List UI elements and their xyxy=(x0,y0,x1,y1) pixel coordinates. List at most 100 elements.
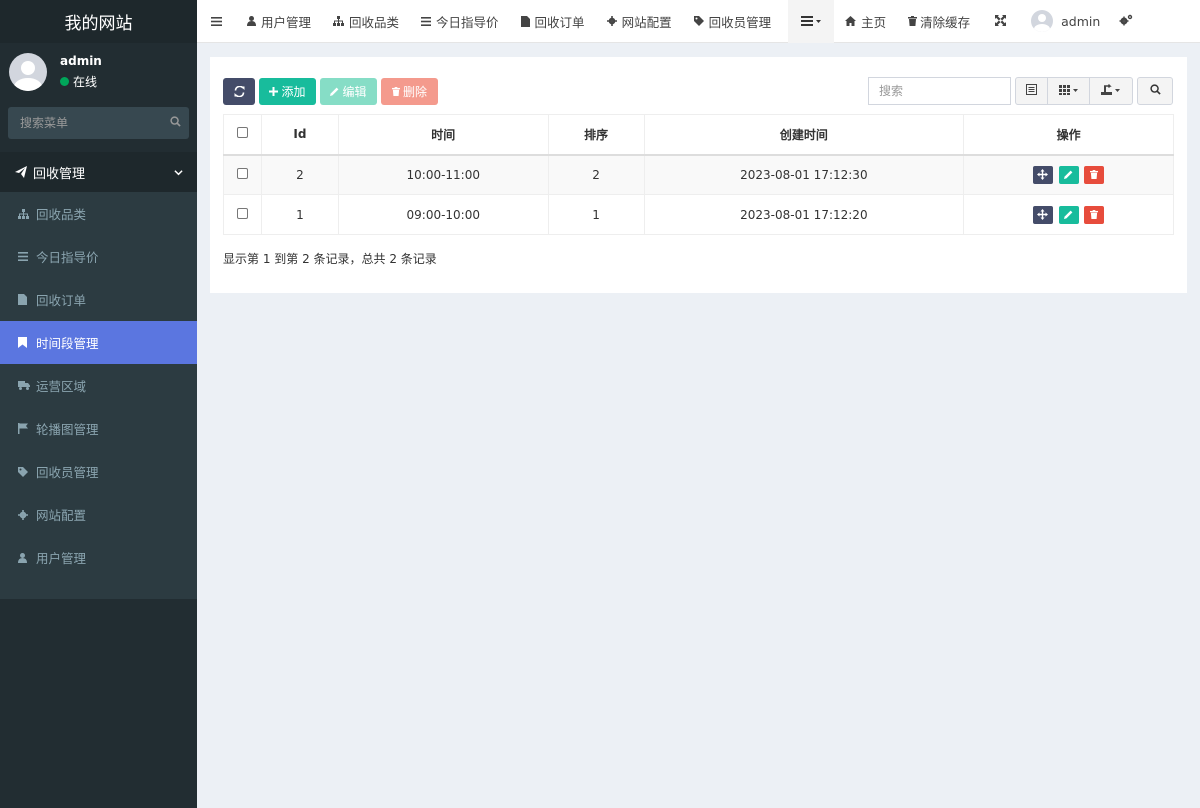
tab-category[interactable]: 回收品类 xyxy=(322,0,410,43)
cell-sort: 1 xyxy=(547,194,645,235)
refresh-icon xyxy=(234,86,245,97)
sitemap-icon xyxy=(333,16,345,26)
gear-icon xyxy=(606,16,617,26)
refresh-button[interactable] xyxy=(223,78,255,105)
delete-button[interactable]: 删除 xyxy=(381,78,438,105)
column-header-created[interactable]: 创建时间 xyxy=(643,114,965,156)
sidebar-item-label: 运营区域 xyxy=(36,379,87,394)
home-link[interactable]: 主页 xyxy=(834,0,897,43)
sidebar-item-label: 今日指导价 xyxy=(36,250,99,265)
sidebar-item-site-config[interactable]: 网站配置 xyxy=(0,493,197,536)
clear-cache-button[interactable]: 清除缓存 xyxy=(897,0,981,43)
avatar xyxy=(1031,10,1054,32)
table-view-icon xyxy=(1026,83,1037,99)
sidebar-item-guide-price[interactable]: 今日指导价 xyxy=(0,235,197,278)
tab-label: 今日指导价 xyxy=(436,14,499,30)
add-button-label: 添加 xyxy=(281,85,306,99)
row-checkbox[interactable] xyxy=(236,207,248,219)
table-view-buttons xyxy=(1015,77,1133,105)
table-row[interactable]: 2 10:00-11:00 2 2023-08-01 17:12:30 xyxy=(223,154,1174,195)
top-navbar: 用户管理 回收品类 今日指导价 回收订单 网站配置 回收员管理 主页 清除缓存 … xyxy=(197,0,1200,43)
sidebar-item-collectors[interactable]: 回收员管理 xyxy=(0,450,197,493)
sidebar-item-label: 回收品类 xyxy=(36,207,87,222)
column-header-id[interactable]: Id xyxy=(260,114,339,156)
sidebar-item-banners[interactable]: 轮播图管理 xyxy=(0,407,197,450)
truck-icon xyxy=(18,381,36,390)
user-menu[interactable]: admin xyxy=(1020,0,1111,43)
pencil-icon xyxy=(1064,170,1073,180)
toggle-view-button[interactable] xyxy=(1016,78,1048,104)
site-logo[interactable]: 我的网站 xyxy=(0,0,197,43)
flag-icon xyxy=(18,423,36,434)
sidebar-item-time-slots[interactable]: 时间段管理 xyxy=(0,321,197,364)
row-checkbox[interactable] xyxy=(236,167,248,179)
tab-label: 网站配置 xyxy=(621,14,672,30)
file-icon xyxy=(18,294,36,305)
pagination-info: 显示第 1 到第 2 条记录，总共 2 条记录 xyxy=(223,252,437,266)
sidebar-search xyxy=(8,107,189,139)
sidebar-item-users[interactable]: 用户管理 xyxy=(0,536,197,579)
sidebar-item-label: 回收订单 xyxy=(36,293,87,308)
user-icon xyxy=(18,552,36,563)
column-header-sort[interactable]: 排序 xyxy=(547,114,645,156)
sidebar-item-regions[interactable]: 运营区域 xyxy=(0,364,197,407)
cell-time: 10:00-11:00 xyxy=(337,154,549,195)
fullscreen-button[interactable] xyxy=(981,0,1020,43)
row-delete-button[interactable] xyxy=(1084,205,1105,224)
select-all-checkbox[interactable] xyxy=(236,127,248,139)
sidebar-item-label: 时间段管理 xyxy=(36,336,99,351)
add-button[interactable]: 添加 xyxy=(259,78,316,105)
tabs-dropdown-button[interactable] xyxy=(788,0,835,43)
user-status-label: 在线 xyxy=(73,74,98,89)
sitemap-icon xyxy=(18,208,36,219)
sidebar-item-orders[interactable]: 回收订单 xyxy=(0,278,197,321)
cell-id: 1 xyxy=(260,194,339,235)
row-edit-button[interactable] xyxy=(1058,165,1079,184)
tab-guide-price[interactable]: 今日指导价 xyxy=(410,0,510,43)
tab-label: 回收员管理 xyxy=(708,14,772,30)
columns-dropdown-button[interactable] xyxy=(1048,78,1090,104)
sidebar-menu: 回收管理 回收品类 今日指导价 回收订单 时间段管理 运营区域 轮播图管理 回收… xyxy=(0,152,197,599)
arrows-icon xyxy=(1037,169,1049,181)
advanced-search-button[interactable] xyxy=(1137,77,1173,105)
expand-icon xyxy=(995,14,1007,29)
column-header-actions: 操作 xyxy=(963,114,1174,156)
sidebar-toggle-button[interactable] xyxy=(197,0,236,43)
row-delete-button[interactable] xyxy=(1084,165,1105,184)
table-search-input[interactable] xyxy=(868,77,1011,105)
settings-button[interactable] xyxy=(1111,0,1141,43)
tab-site-config[interactable]: 网站配置 xyxy=(596,0,683,43)
sidebar-search-input[interactable] xyxy=(20,116,170,130)
data-table: Id 时间 排序 创建时间 操作 2 10:00-11:00 2 2023-08… xyxy=(223,114,1174,235)
search-icon xyxy=(1149,83,1161,99)
bookmark-icon xyxy=(18,337,36,348)
tab-collectors[interactable]: 回收员管理 xyxy=(683,0,783,43)
tag-icon xyxy=(693,16,704,26)
user-status: 在线 xyxy=(60,73,102,90)
export-dropdown-button[interactable] xyxy=(1090,78,1132,104)
hamburger-icon xyxy=(211,14,222,29)
columns-icon xyxy=(1058,84,1079,99)
pencil-icon xyxy=(1064,210,1073,219)
edit-button[interactable]: 编辑 xyxy=(320,78,377,105)
delete-button-label: 删除 xyxy=(402,85,427,99)
list-icon xyxy=(421,16,432,26)
tab-orders[interactable]: 回收订单 xyxy=(510,0,596,43)
paper-plane-icon xyxy=(15,166,27,178)
sidebar-menu-header[interactable]: 回收管理 xyxy=(0,152,197,192)
list-dropdown-icon xyxy=(801,14,822,29)
search-icon[interactable] xyxy=(170,115,181,131)
tab-label: 回收品类 xyxy=(349,14,400,30)
sidebar-item-category[interactable]: 回收品类 xyxy=(0,192,197,235)
sidebar-item-label: 用户管理 xyxy=(36,551,87,566)
trash-icon xyxy=(1090,170,1099,180)
home-icon xyxy=(845,16,857,26)
drag-sort-button[interactable] xyxy=(1032,165,1053,184)
column-header-time[interactable]: 时间 xyxy=(337,114,549,156)
plus-icon xyxy=(269,87,279,96)
tab-users[interactable]: 用户管理 xyxy=(236,0,322,43)
drag-sort-button[interactable] xyxy=(1032,205,1053,224)
row-edit-button[interactable] xyxy=(1058,205,1079,224)
table-header-row: Id 时间 排序 创建时间 操作 xyxy=(223,114,1174,156)
table-row[interactable]: 1 09:00-10:00 1 2023-08-01 17:12:20 xyxy=(223,194,1174,235)
